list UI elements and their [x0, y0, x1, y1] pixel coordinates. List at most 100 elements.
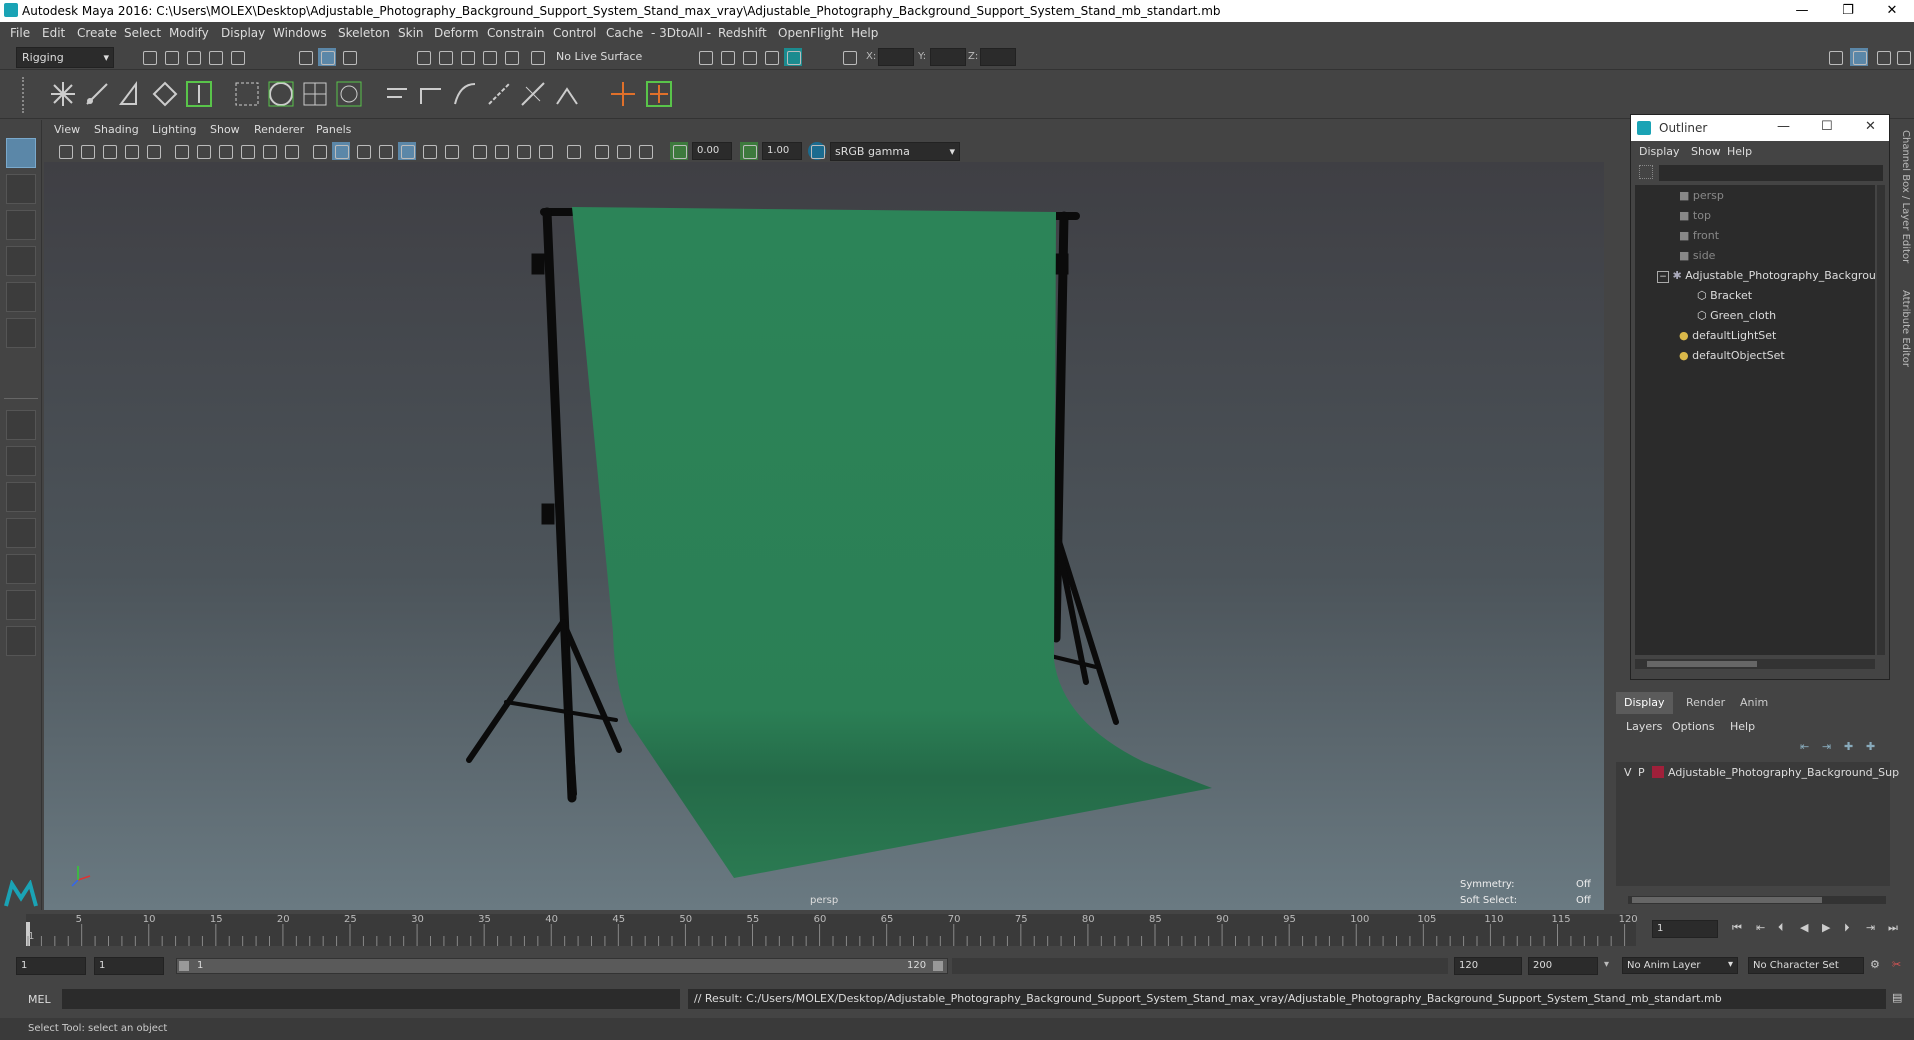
panel-menu-lighting[interactable]: Lighting — [152, 123, 196, 136]
outliner-maximize-icon[interactable]: ☐ — [1821, 119, 1833, 134]
four-view-layout-icon[interactable] — [6, 446, 36, 476]
menu-help[interactable]: Help — [851, 26, 878, 40]
more-layouts-icon[interactable] — [6, 626, 36, 656]
gamma-field[interactable]: 1.00 — [762, 142, 802, 160]
hypershade-layout-icon[interactable] — [6, 554, 36, 584]
outliner-minimize-icon[interactable]: — — [1777, 119, 1790, 134]
range-end-handle[interactable] — [933, 961, 943, 971]
move-tool-icon[interactable] — [6, 246, 36, 276]
ipr-render-icon[interactable] — [740, 48, 758, 66]
panel-menu-view[interactable]: View — [54, 123, 80, 136]
joint-tool-icon[interactable] — [48, 79, 78, 109]
outliner-vertical-scrollbar[interactable] — [1877, 185, 1885, 655]
outliner-menu-help[interactable]: Help — [1727, 145, 1752, 158]
range-bar-extension[interactable] — [952, 958, 1448, 974]
y-field[interactable] — [930, 48, 966, 66]
animation-end-field[interactable]: 200 — [1528, 957, 1598, 975]
ambient-occlusion-icon[interactable] — [442, 142, 460, 160]
make-live-icon[interactable] — [528, 48, 546, 66]
outliner-item-bracket[interactable]: ⬡ Bracket — [1635, 287, 1875, 305]
outliner-search-input[interactable] — [1659, 165, 1883, 181]
close-button[interactable]: ✕ — [1870, 0, 1914, 22]
isolate-select-icon[interactable] — [564, 142, 582, 160]
use-all-lights-icon[interactable] — [398, 142, 416, 160]
layer-tab-anim[interactable]: Anim — [1732, 692, 1776, 714]
wireframe-icon[interactable] — [310, 142, 328, 160]
character-set-dropdown[interactable]: No Character Set — [1748, 957, 1864, 974]
save-scene-icon[interactable] — [184, 48, 202, 66]
outliner-close-icon[interactable]: ✕ — [1865, 119, 1876, 134]
outliner-layout-icon[interactable] — [6, 590, 36, 620]
field-chart-icon[interactable] — [260, 142, 278, 160]
minimize-button[interactable]: — — [1780, 0, 1824, 22]
redo-icon[interactable] — [228, 48, 246, 66]
layer-menu-help[interactable]: Help — [1730, 720, 1755, 733]
motion-blur-icon[interactable] — [470, 142, 488, 160]
restore-button[interactable]: ❐ — [1826, 0, 1870, 22]
panel-menu-renderer[interactable]: Renderer — [254, 123, 304, 136]
attribute-editor-tab[interactable]: Attribute Editor — [1900, 290, 1911, 367]
copy-weights-icon[interactable] — [552, 79, 582, 109]
xray-active-icon[interactable] — [614, 142, 632, 160]
menu-modify[interactable]: Modify — [169, 26, 209, 40]
workspace-icon[interactable] — [1874, 48, 1892, 66]
current-frame-field[interactable]: 1 — [1652, 920, 1718, 938]
go-to-start-icon[interactable]: ⏮ — [1732, 921, 1742, 935]
snap-curve-icon[interactable] — [436, 48, 454, 66]
menu-redshift[interactable]: Redshift — [718, 26, 767, 40]
new-layer-selected-icon[interactable]: ✚ — [1866, 740, 1875, 753]
outliner-item-green-cloth[interactable]: ⬡ Green_cloth — [1635, 307, 1875, 325]
film-gate-icon[interactable] — [194, 142, 212, 160]
outliner-menu-show[interactable]: Show — [1691, 145, 1721, 158]
menu-deform[interactable]: Deform — [434, 26, 479, 40]
layer-tab-render[interactable]: Render — [1678, 692, 1733, 714]
ik-spline-icon[interactable] — [116, 79, 146, 109]
anim-layer-dropdown[interactable]: No Anim Layer ▾ — [1622, 957, 1738, 974]
panel-menu-shading[interactable]: Shading — [94, 123, 139, 136]
colorspace-dropdown[interactable]: sRGB gamma ▾ — [830, 142, 960, 161]
play-forwards-icon[interactable]: ▶ — [1822, 921, 1830, 934]
layer-scroll-thumb[interactable] — [1632, 897, 1822, 903]
collapse-icon[interactable]: − — [1657, 271, 1669, 283]
move-layer-up-icon[interactable]: ⇤ — [1800, 740, 1809, 753]
play-backwards-icon[interactable]: ◀ — [1800, 921, 1808, 934]
time-slider[interactable]: 1 5 10 15 20 25 30 35 40 45 50 55 60 65 70 75 80 85 90 95 1… — [0, 912, 1914, 948]
outliner-item-default-object-set[interactable]: ● defaultObjectSet — [1635, 347, 1875, 365]
panel-menu-panels[interactable]: Panels — [316, 123, 351, 136]
paint-select-tool-icon[interactable] — [6, 210, 36, 240]
time-ruler[interactable]: 1 5 10 15 20 25 30 35 40 45 50 55 60 65 70 75 80 85 90 95 1… — [26, 914, 1638, 946]
wireframe-on-shaded-icon[interactable] — [354, 142, 372, 160]
outliner-item-persp[interactable]: ■ persp — [1635, 187, 1875, 205]
layer-row[interactable]: V P Adjustable_Photography_Background_Su… — [1616, 764, 1899, 782]
ik-handle-icon[interactable] — [82, 79, 112, 109]
gamma-icon[interactable] — [740, 142, 758, 160]
perspective-viewport[interactable]: persp Symmetry: Off Soft Select: Off — [44, 162, 1604, 910]
camera-attr-icon[interactable] — [78, 142, 96, 160]
outliner-item-top[interactable]: ■ top — [1635, 207, 1875, 225]
menu-3dtoall[interactable]: - 3DtoAll - — [651, 26, 711, 40]
outliner-item-group[interactable]: − ✱ Adjustable_Photography_Backgrou — [1635, 267, 1876, 285]
smooth-bind-icon[interactable] — [416, 79, 446, 109]
shelf-handle-icon[interactable] — [22, 77, 32, 113]
layer-menu-options[interactable]: Options — [1672, 720, 1714, 733]
input-mode-icon[interactable] — [840, 48, 858, 66]
grid-icon[interactable] — [172, 142, 190, 160]
filter-icon[interactable] — [1639, 165, 1653, 179]
command-input[interactable] — [62, 989, 680, 1009]
layer-tab-display[interactable]: Display — [1616, 692, 1673, 714]
layer-menu-layers[interactable]: Layers — [1626, 720, 1662, 733]
x-field[interactable] — [878, 48, 914, 66]
outliner-item-side[interactable]: ■ side — [1635, 247, 1875, 265]
outliner-item-front[interactable]: ■ front — [1635, 227, 1875, 245]
create-ik-icon[interactable] — [150, 79, 180, 109]
persp-outliner-layout-icon[interactable] — [6, 482, 36, 512]
layer-visibility-toggle[interactable]: V — [1624, 766, 1632, 779]
textured-icon[interactable] — [376, 142, 394, 160]
depth-of-field-icon[interactable] — [514, 142, 532, 160]
render-frame-icon[interactable] — [718, 48, 736, 66]
smooth-shade-icon[interactable] — [332, 142, 350, 160]
menuset-dropdown[interactable]: Rigging ▾ — [16, 47, 114, 68]
menu-openflight[interactable]: OpenFlight — [778, 26, 844, 40]
move-layer-down-icon[interactable]: ⇥ — [1822, 740, 1831, 753]
channel-box-toggle-icon[interactable] — [1850, 48, 1868, 66]
